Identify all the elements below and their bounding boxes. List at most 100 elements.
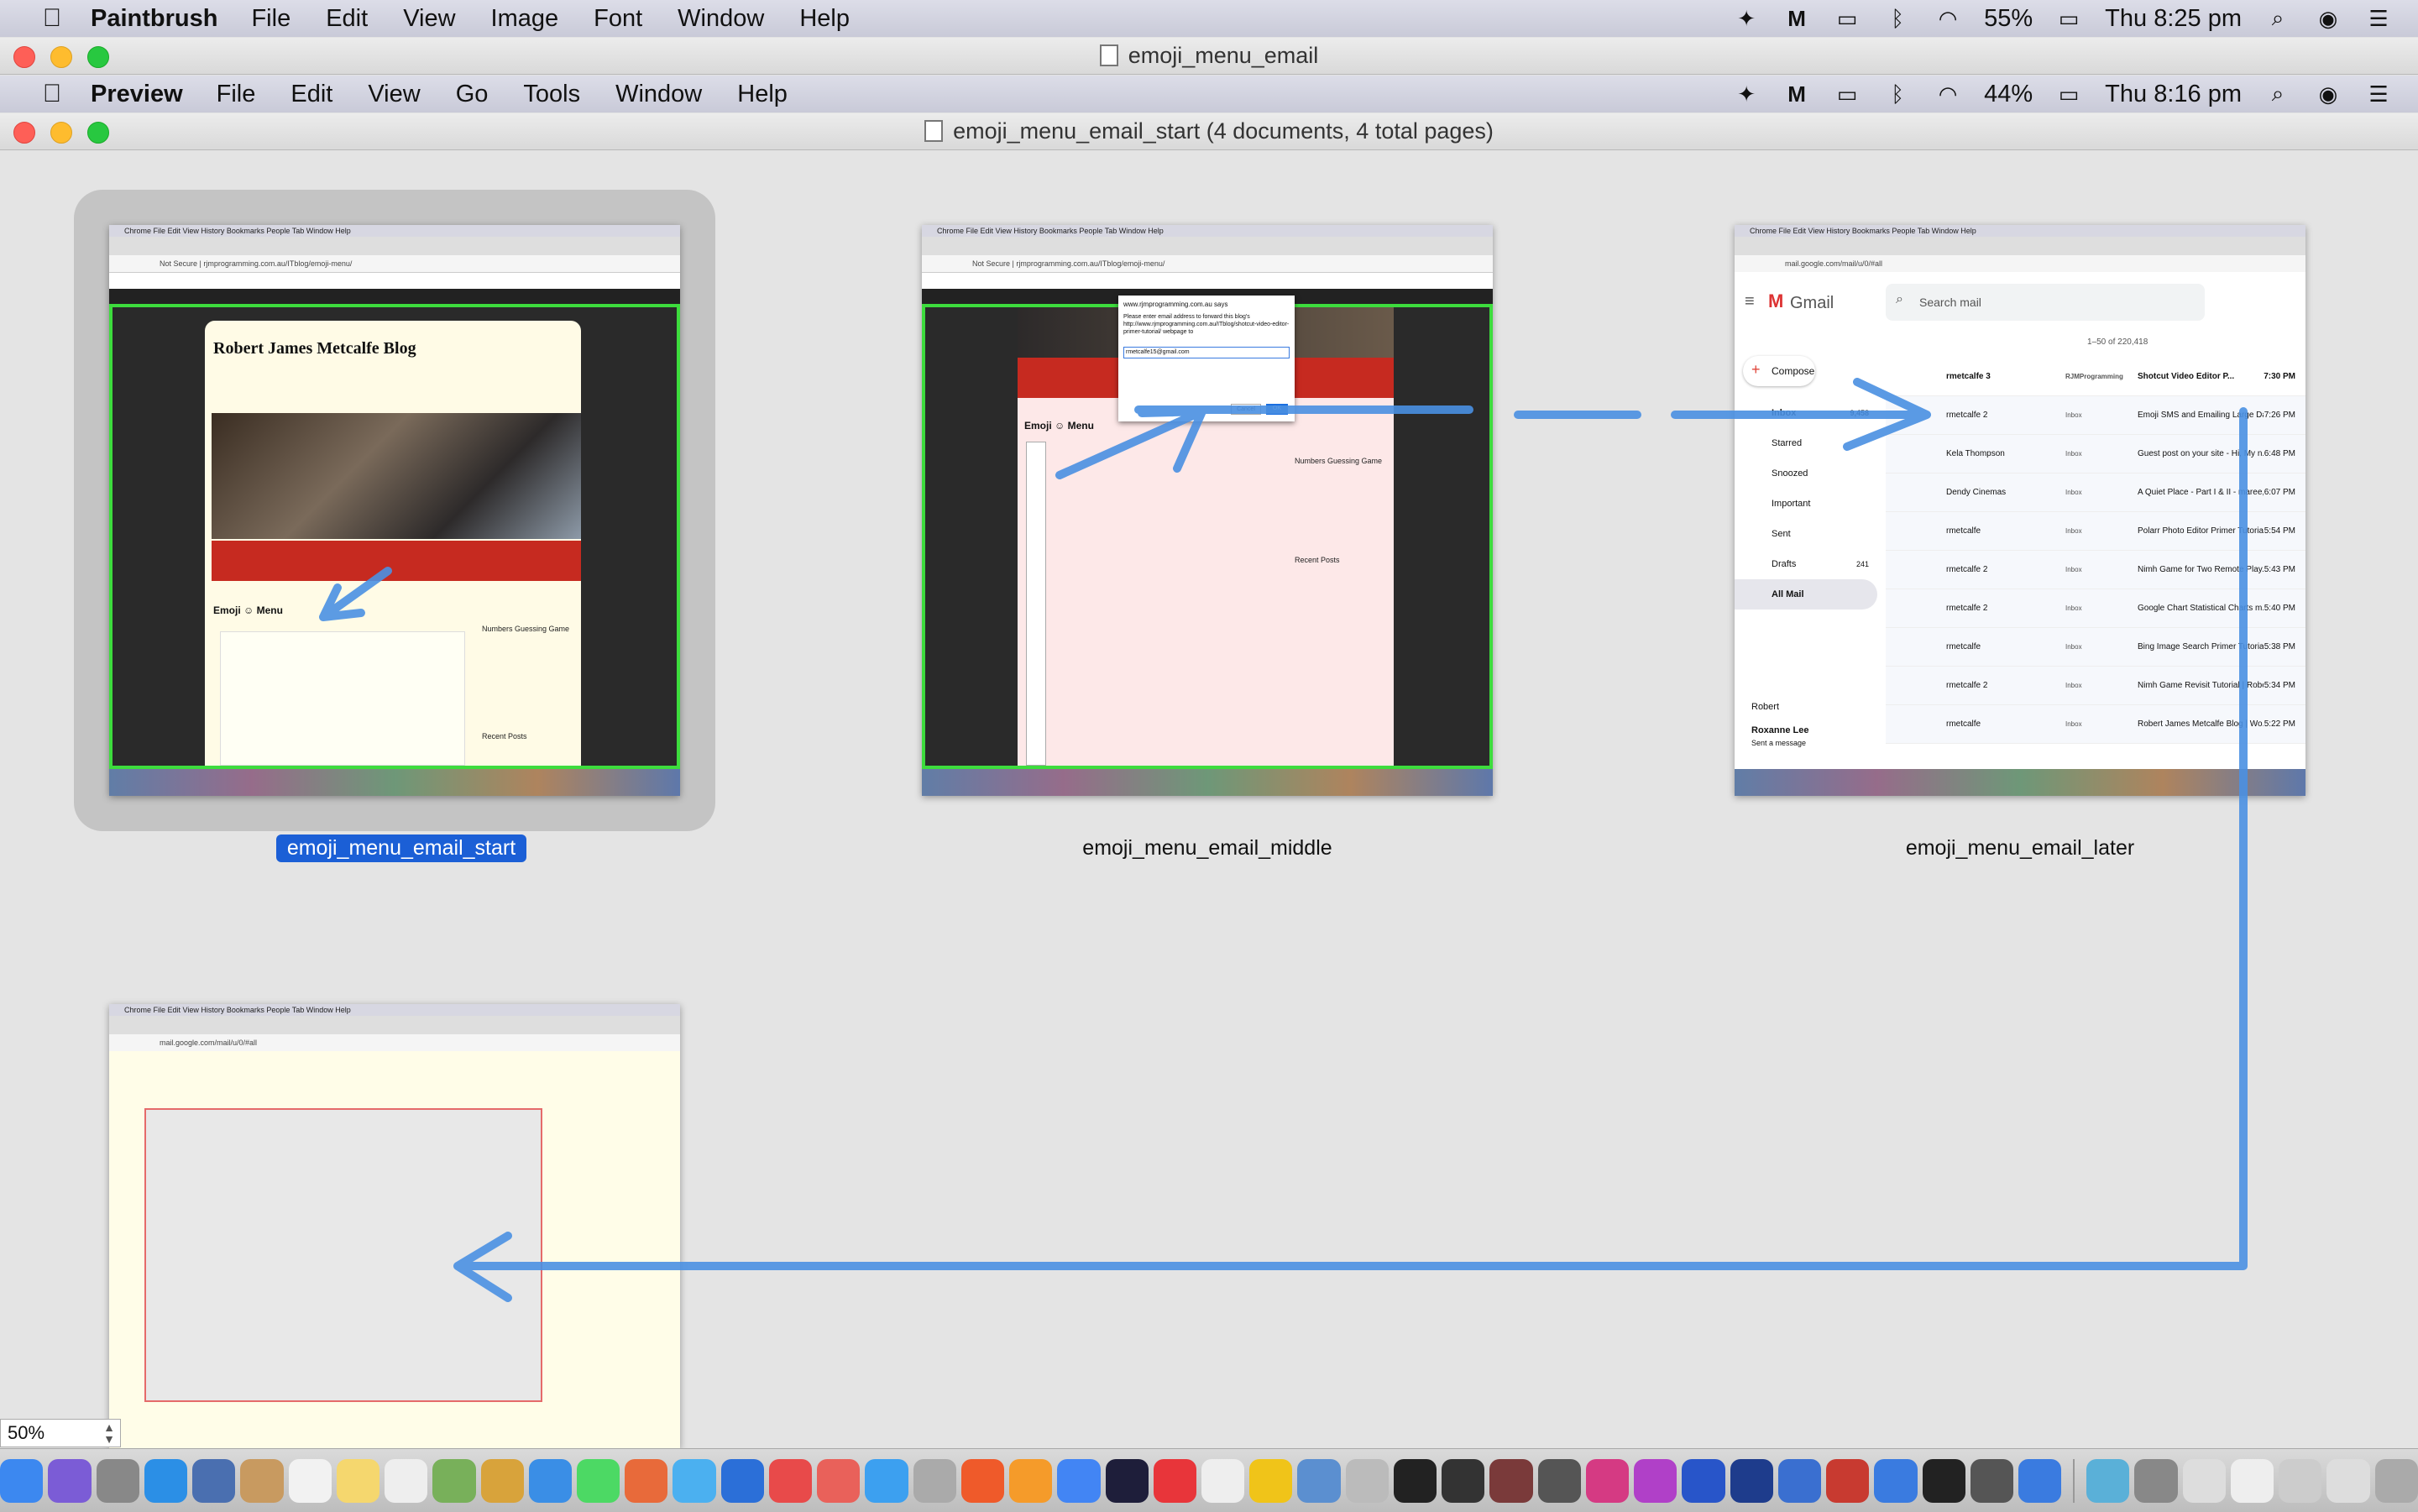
preview-apple-menu-icon[interactable]: 	[35, 80, 69, 108]
outer-menu-font[interactable]: Font	[594, 5, 642, 33]
dock-app-icon[interactable]	[2326, 1458, 2370, 1503]
dock-app-icon[interactable]	[1249, 1458, 1293, 1503]
dock-app-icon[interactable]	[192, 1458, 236, 1503]
wifi-icon[interactable]: ◠	[1934, 6, 1962, 31]
outer-menu-edit[interactable]: Edit	[326, 5, 368, 33]
dock-app-icon[interactable]	[1442, 1458, 1485, 1503]
dock-app-icon[interactable]	[1874, 1458, 1918, 1503]
gmail-email-row[interactable]: rmetcalfe 2 Inbox Google Chart Statistical…	[1886, 589, 2305, 628]
preview-battery-icon[interactable]: ▭	[2054, 81, 2083, 107]
status-app-icon[interactable]: ✦	[1732, 6, 1761, 31]
preview-menu-go[interactable]: Go	[456, 81, 489, 108]
dock-app-icon[interactable]	[2374, 1458, 2418, 1503]
dock-app-icon[interactable]	[720, 1458, 764, 1503]
outer-menu-window[interactable]: Window	[678, 5, 764, 33]
dock-app-icon[interactable]	[2086, 1458, 2130, 1503]
dock-app-icon[interactable]	[48, 1458, 92, 1503]
dock-app-icon[interactable]	[913, 1458, 956, 1503]
dock-app-icon[interactable]	[2182, 1458, 2226, 1503]
preview-siri-icon[interactable]: ◉	[2314, 81, 2342, 107]
outer-app-name[interactable]: Paintbrush	[91, 5, 217, 33]
dock-app-icon[interactable]	[1682, 1458, 1725, 1503]
gmail-folder-item[interactable]: Important	[1735, 489, 1877, 519]
preview-menu-edit[interactable]: Edit	[290, 81, 332, 108]
dock-app-icon[interactable]	[1009, 1458, 1053, 1503]
thumbnail-later[interactable]: Chrome File Edit View History Bookmarks …	[1735, 225, 2305, 796]
preview-spotlight-icon[interactable]: ⌕	[2264, 81, 2292, 107]
preview-menu-window[interactable]: Window	[615, 81, 702, 108]
zoom-stepper-icon[interactable]: ▲ ▼	[103, 1421, 115, 1445]
zoom-level-select[interactable]: 50% ▲ ▼	[0, 1419, 121, 1447]
dock-app-icon[interactable]	[1345, 1458, 1389, 1503]
dock-app-icon[interactable]	[817, 1458, 861, 1503]
dock-app-icon[interactable]	[1201, 1458, 1245, 1503]
bluetooth-icon[interactable]: ᛒ	[1883, 6, 1912, 31]
outer-menu-view[interactable]: View	[403, 5, 455, 33]
dialog-ok-button[interactable]: OK	[1265, 404, 1288, 415]
preview-status-app-icon[interactable]: ✦	[1732, 81, 1761, 107]
dock-app-icon[interactable]	[576, 1458, 620, 1503]
gmail-email-row[interactable]: Kela Thompson Inbox Guest post on your sit…	[1886, 435, 2305, 473]
filename-middle[interactable]: emoji_menu_email_middle	[1008, 836, 1407, 861]
gmail-folder-item[interactable]: Inbox 9,458	[1735, 398, 1877, 428]
battery-icon[interactable]: ▭	[2054, 6, 2083, 31]
filename-later[interactable]: emoji_menu_email_later	[1820, 836, 2220, 861]
thumbnail-fourth[interactable]: Chrome File Edit View History Bookmarks …	[109, 1004, 680, 1448]
dock-app-icon[interactable]	[96, 1458, 139, 1503]
dock-app-icon[interactable]	[673, 1458, 716, 1503]
gmail-email-row[interactable]: Dendy Cinemas Inbox A Quiet Place - Part I…	[1886, 473, 2305, 512]
gmail-email-row[interactable]: rmetcalfe 2 Inbox Nimh Game Revisit Tutori…	[1886, 667, 2305, 705]
gmail-folder-item[interactable]: Snoozed	[1735, 458, 1877, 489]
dock-app-icon[interactable]	[432, 1458, 476, 1503]
dock-app-icon[interactable]	[625, 1458, 668, 1503]
dock-app-icon[interactable]	[288, 1458, 332, 1503]
dock-app-icon[interactable]	[1057, 1458, 1101, 1503]
preview-wifi-icon[interactable]: ◠	[1934, 81, 1962, 107]
outer-menu-help[interactable]: Help	[799, 5, 850, 33]
preview-menu-tools[interactable]: Tools	[523, 81, 580, 108]
dock-app-icon[interactable]	[2134, 1458, 2178, 1503]
dialog-cancel-button[interactable]: Cancel	[1231, 404, 1261, 415]
spotlight-icon[interactable]: ⌕	[2264, 5, 2292, 31]
dock-app-icon[interactable]	[1393, 1458, 1437, 1503]
dock-app-icon[interactable]	[960, 1458, 1005, 1503]
dock-app-icon[interactable]	[528, 1458, 572, 1503]
airplay-icon[interactable]: ▭	[1833, 6, 1861, 31]
gmail-email-row[interactable]: rmetcalfe Inbox Polarr Photo Editor Primer…	[1886, 512, 2305, 551]
preview-menu-help[interactable]: Help	[737, 81, 788, 108]
dock-app-icon[interactable]	[1153, 1458, 1197, 1503]
siri-icon[interactable]: ◉	[2314, 6, 2342, 31]
gmail-folder-item[interactable]: All Mail	[1735, 579, 1877, 610]
dock-app-icon[interactable]	[1537, 1458, 1581, 1503]
gmail-email-row[interactable]: rmetcalfe Inbox Robert James Metcalfe Blog…	[1886, 705, 2305, 744]
gmail-search-input[interactable]: Search mail	[1886, 284, 2205, 321]
dock-app-icon[interactable]	[2018, 1458, 2062, 1503]
dock-app-icon[interactable]	[1634, 1458, 1677, 1503]
dock-app-icon[interactable]	[2230, 1458, 2274, 1503]
dialog-input[interactable]: rmetcalfe15@gmail.com	[1123, 347, 1290, 358]
preview-bluetooth-icon[interactable]: ᛒ	[1883, 81, 1912, 107]
gmail-folder-item[interactable]: Drafts 241	[1735, 549, 1877, 579]
dock-app-icon[interactable]	[768, 1458, 813, 1503]
dock-app-icon[interactable]	[1297, 1458, 1341, 1503]
notification-center-icon[interactable]: ☰	[2364, 6, 2393, 31]
gmail-email-row[interactable]: rmetcalfe Inbox Bing Image Search Primer T…	[1886, 628, 2305, 667]
dock-app-icon[interactable]	[1730, 1458, 1773, 1503]
outer-menu-image[interactable]: Image	[491, 5, 559, 33]
gmail-email-row[interactable]: rmetcalfe 2 Inbox Emoji SMS and Emailing L…	[1886, 396, 2305, 435]
dock-app-icon[interactable]	[2279, 1458, 2322, 1503]
dock-app-icon[interactable]	[336, 1458, 380, 1503]
dock-app-icon[interactable]	[1826, 1458, 1870, 1503]
gmail-menu-icon[interactable]: ≡	[1745, 292, 1755, 311]
dock-app-icon[interactable]	[1105, 1458, 1149, 1503]
menubar-clock[interactable]: Thu 8:25 pm	[2105, 5, 2242, 33]
dock-app-icon[interactable]	[1922, 1458, 1965, 1503]
dock-app-icon[interactable]	[1970, 1458, 2013, 1503]
dock-app-icon[interactable]	[1585, 1458, 1630, 1503]
preview-menubar-clock[interactable]: Thu 8:16 pm	[2105, 81, 2242, 108]
preview-notification-center-icon[interactable]: ☰	[2364, 81, 2393, 107]
dock-app-icon[interactable]	[480, 1458, 524, 1503]
dock-app-icon[interactable]	[385, 1458, 428, 1503]
gmail-folder-item[interactable]: Sent	[1735, 519, 1877, 549]
gmail-folder-item[interactable]: Starred	[1735, 428, 1877, 458]
